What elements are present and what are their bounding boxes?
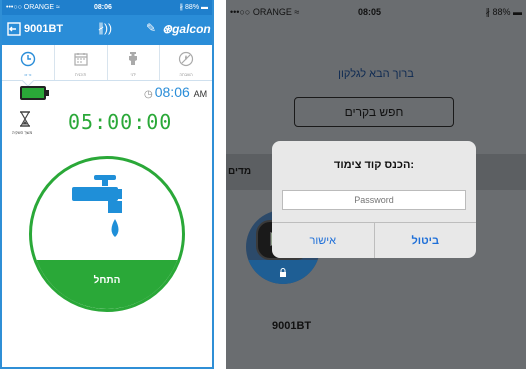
tab-label: השבתה — [179, 72, 193, 77]
left-phone-screen: •••○○ ORANGE ≈ 08:06 ∦ 88% ▬ 9001BT ∦)) … — [0, 0, 214, 369]
password-input[interactable] — [282, 190, 466, 210]
tab-clock[interactable]: ••••• — [2, 45, 55, 80]
duration-row[interactable]: משך השקיה 05:00:00 — [12, 108, 208, 138]
battery-icon — [20, 86, 49, 100]
status-time: 08:05 — [358, 7, 382, 17]
tab-bar: ••••• תוכנית ידני השבתה — [2, 45, 212, 81]
hourglass-icon — [20, 111, 30, 127]
calendar-icon — [74, 53, 88, 66]
duration-label: משך השקיה — [12, 130, 33, 135]
rain-off-icon — [179, 51, 194, 67]
pairing-code-dialog: הכנס קוד צימוד: אישור ביטול — [272, 141, 476, 258]
app-header: 9001BT ∦)) ✎ ⊛galcon — [2, 15, 212, 45]
tab-program[interactable]: תוכנית — [55, 45, 108, 80]
start-button[interactable]: התחל — [32, 260, 182, 309]
galcon-logo: ⊛galcon — [162, 22, 211, 36]
search-controllers-button[interactable]: חפש בקרים — [294, 97, 454, 127]
clock-ampm: AM — [193, 89, 208, 99]
status-bar: •••○○ ORANGE ≈ 08:06 ∦ 88% ▬ — [2, 0, 212, 15]
clock-small-icon: ◷ — [144, 89, 153, 100]
dialog-title: הכנס קוד צימוד: — [333, 159, 415, 171]
carrier-text: •••○○ ORANGE ≈ — [230, 7, 300, 17]
exit-icon[interactable] — [7, 22, 21, 36]
faucet-icon — [129, 52, 138, 65]
tab-label: תוכנית — [75, 72, 87, 77]
welcome-title: ברוך הבא לגלקון — [338, 68, 414, 80]
current-time: ◷ 08:06 AM — [144, 84, 207, 100]
tab-rain-off[interactable]: השבתה — [160, 45, 212, 80]
edit-icon[interactable]: ✎ — [146, 21, 156, 35]
status-bar: •••○○ ORANGE ≈ 08:05 ∦ 88% ▬ — [226, 0, 526, 26]
dialog-buttons: אישור ביטול — [272, 222, 476, 258]
battery-status: ∦ 88% ▬ — [485, 7, 522, 17]
faucet-icon — [72, 175, 122, 237]
clock-icon — [20, 51, 36, 67]
carrier-text: •••○○ ORANGE ≈ — [6, 4, 60, 11]
tab-label: ידני — [130, 72, 137, 77]
status-time: 08:06 — [94, 4, 112, 11]
device-name: 9001BT — [24, 23, 64, 35]
tab-manual[interactable]: ידני — [108, 45, 161, 80]
device-name-label: 9001BT — [272, 320, 312, 332]
duration-value[interactable]: 05:00:00 — [68, 110, 172, 134]
cancel-button[interactable]: ביטול — [373, 223, 477, 258]
tab-label: ••••• — [24, 72, 32, 77]
ok-button[interactable]: אישור — [272, 223, 374, 258]
bluetooth-icon: ∦)) — [98, 21, 112, 35]
lock-icon — [280, 268, 286, 277]
clock-value: 08:06 — [154, 84, 190, 100]
devices-label: מדים — [228, 166, 252, 177]
battery-status: ∦ 88% ▬ — [179, 4, 208, 11]
manual-start-control[interactable]: התחל — [29, 156, 185, 312]
right-phone-screen: •••○○ ORANGE ≈ 08:05 ∦ 88% ▬ ברוך הבא לג… — [226, 0, 526, 369]
